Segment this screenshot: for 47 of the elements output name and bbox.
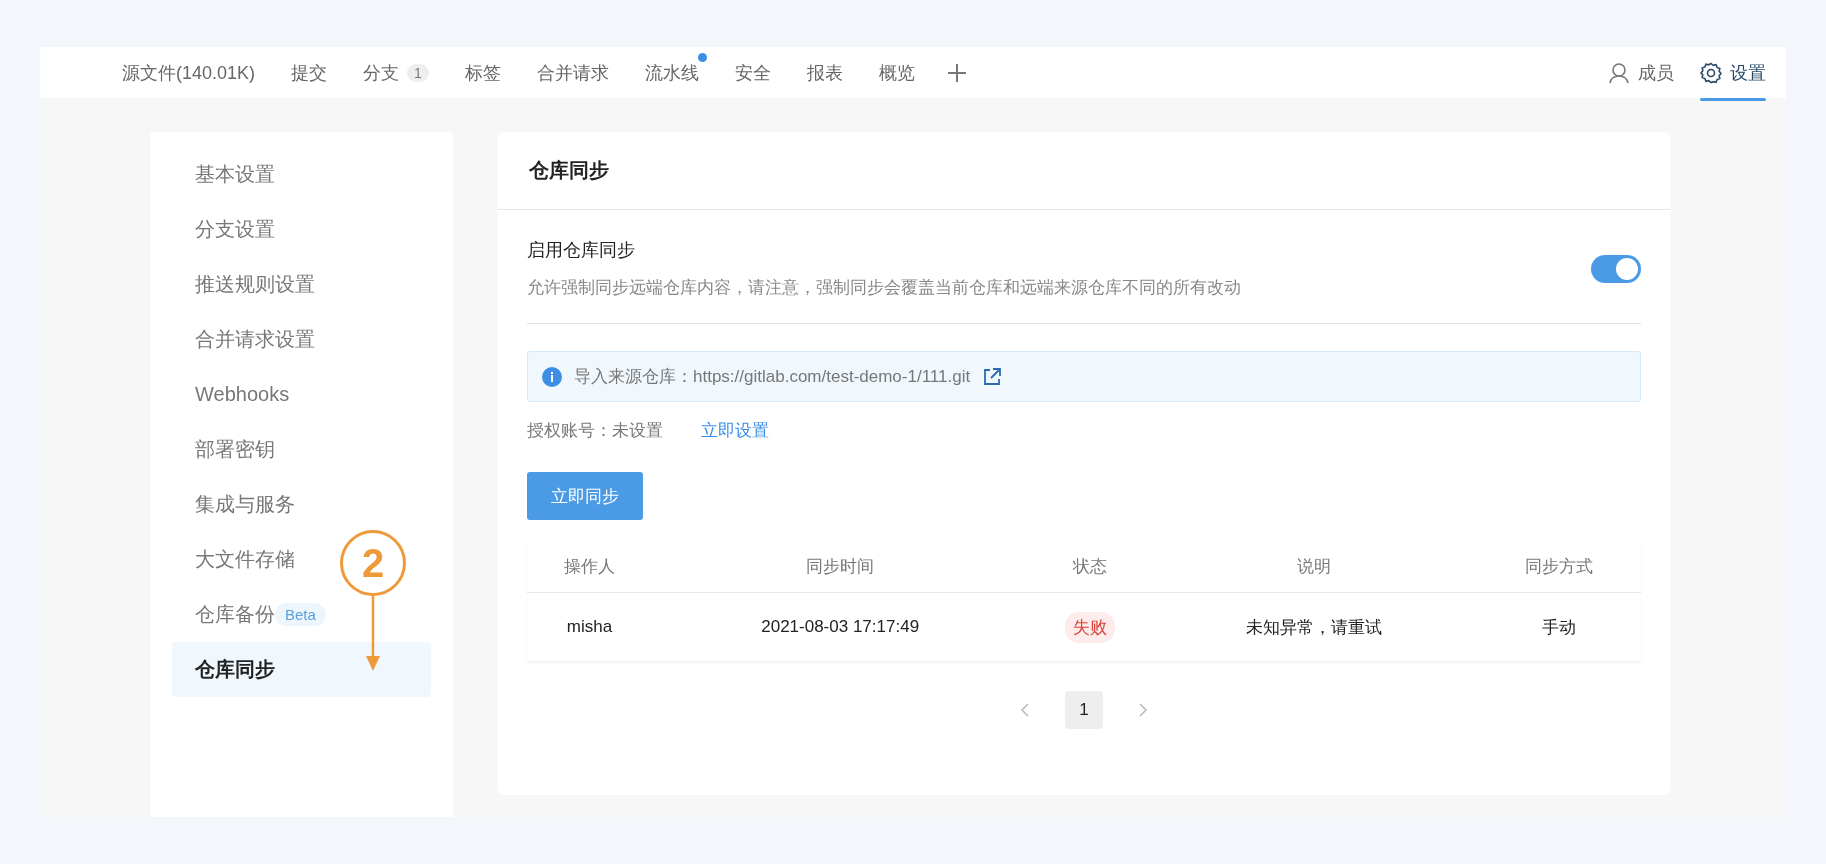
auth-account-text: 授权账号：未设置 xyxy=(527,420,663,442)
nav-tab[interactable]: 流水线 xyxy=(626,47,717,98)
toggle-switch[interactable] xyxy=(1591,254,1641,283)
sidebar-item[interactable]: 合并请求设置 xyxy=(172,312,325,367)
column-header: 状态 xyxy=(1028,540,1151,593)
members-tab[interactable]: 成员 xyxy=(1608,47,1674,98)
sidebar-item[interactable]: 推送规则设置 xyxy=(172,257,325,312)
sidebar-item[interactable]: 部署密钥 xyxy=(172,422,285,477)
page-button[interactable]: 1 xyxy=(1065,691,1103,729)
sidebar-item[interactable]: 集成与服务 xyxy=(172,477,305,532)
nav-tab[interactable]: 提交 xyxy=(273,47,346,98)
set-now-link[interactable]: 立即设置 xyxy=(701,419,769,442)
sidebar-item[interactable]: 大文件存储 xyxy=(172,532,305,587)
nav-tab[interactable]: 分支 1 xyxy=(345,47,447,98)
nav-tab[interactable]: 合并请求 xyxy=(518,47,627,98)
setting-label: 启用仓库同步 xyxy=(527,239,636,262)
settings-tab[interactable]: 设置 xyxy=(1700,47,1766,98)
sidebar-item[interactable]: Webhooks xyxy=(172,367,300,422)
column-header: 同步方式 xyxy=(1476,540,1641,593)
sync-now-button[interactable]: 立即同步 xyxy=(527,472,643,520)
table-cell: 手动 xyxy=(1476,592,1641,661)
table-cell: 2021-08-03 17:17:49 xyxy=(651,592,1029,661)
sidebar-item[interactable]: 仓库同步 xyxy=(172,642,431,697)
nav-tab[interactable]: 安全 xyxy=(716,47,789,98)
external-link-icon[interactable] xyxy=(982,366,1003,387)
table-cell: misha xyxy=(527,592,652,661)
settings-icon xyxy=(1700,61,1722,84)
panel-title: 仓库同步 xyxy=(498,132,1670,210)
count-badge: 1 xyxy=(407,63,429,82)
source-repo-text: 导入来源仓库：https://gitlab.com/test-demo-1/111.git xyxy=(574,366,971,388)
setting-description: 允许强制同步远端仓库内容，请注意，强制同步会覆盖当前仓库和远端来源仓库不同的所有改动 xyxy=(527,277,1242,299)
column-header: 操作人 xyxy=(527,540,652,593)
beta-tag: Beta xyxy=(275,603,326,626)
sidebar-item[interactable]: 分支设置 xyxy=(172,202,285,257)
table-cell: 未知异常，请重试 xyxy=(1150,592,1477,661)
sidebar-item[interactable]: 基本设置 xyxy=(172,147,285,202)
nav-tab[interactable]: 报表 xyxy=(788,47,861,98)
nav-tab[interactable]: 概览 xyxy=(860,47,933,98)
person-icon xyxy=(1608,61,1630,84)
column-header: 同步时间 xyxy=(651,540,1029,593)
add-icon[interactable] xyxy=(946,62,967,83)
info-icon xyxy=(542,366,562,387)
nav-tab[interactable]: 源文件(140.01K) xyxy=(104,47,274,98)
nav-tab[interactable]: 标签 xyxy=(446,47,519,98)
step-number-marker: 2 xyxy=(340,530,406,596)
column-header: 说明 xyxy=(1150,540,1477,593)
status-tag: 失败 xyxy=(1064,611,1115,643)
